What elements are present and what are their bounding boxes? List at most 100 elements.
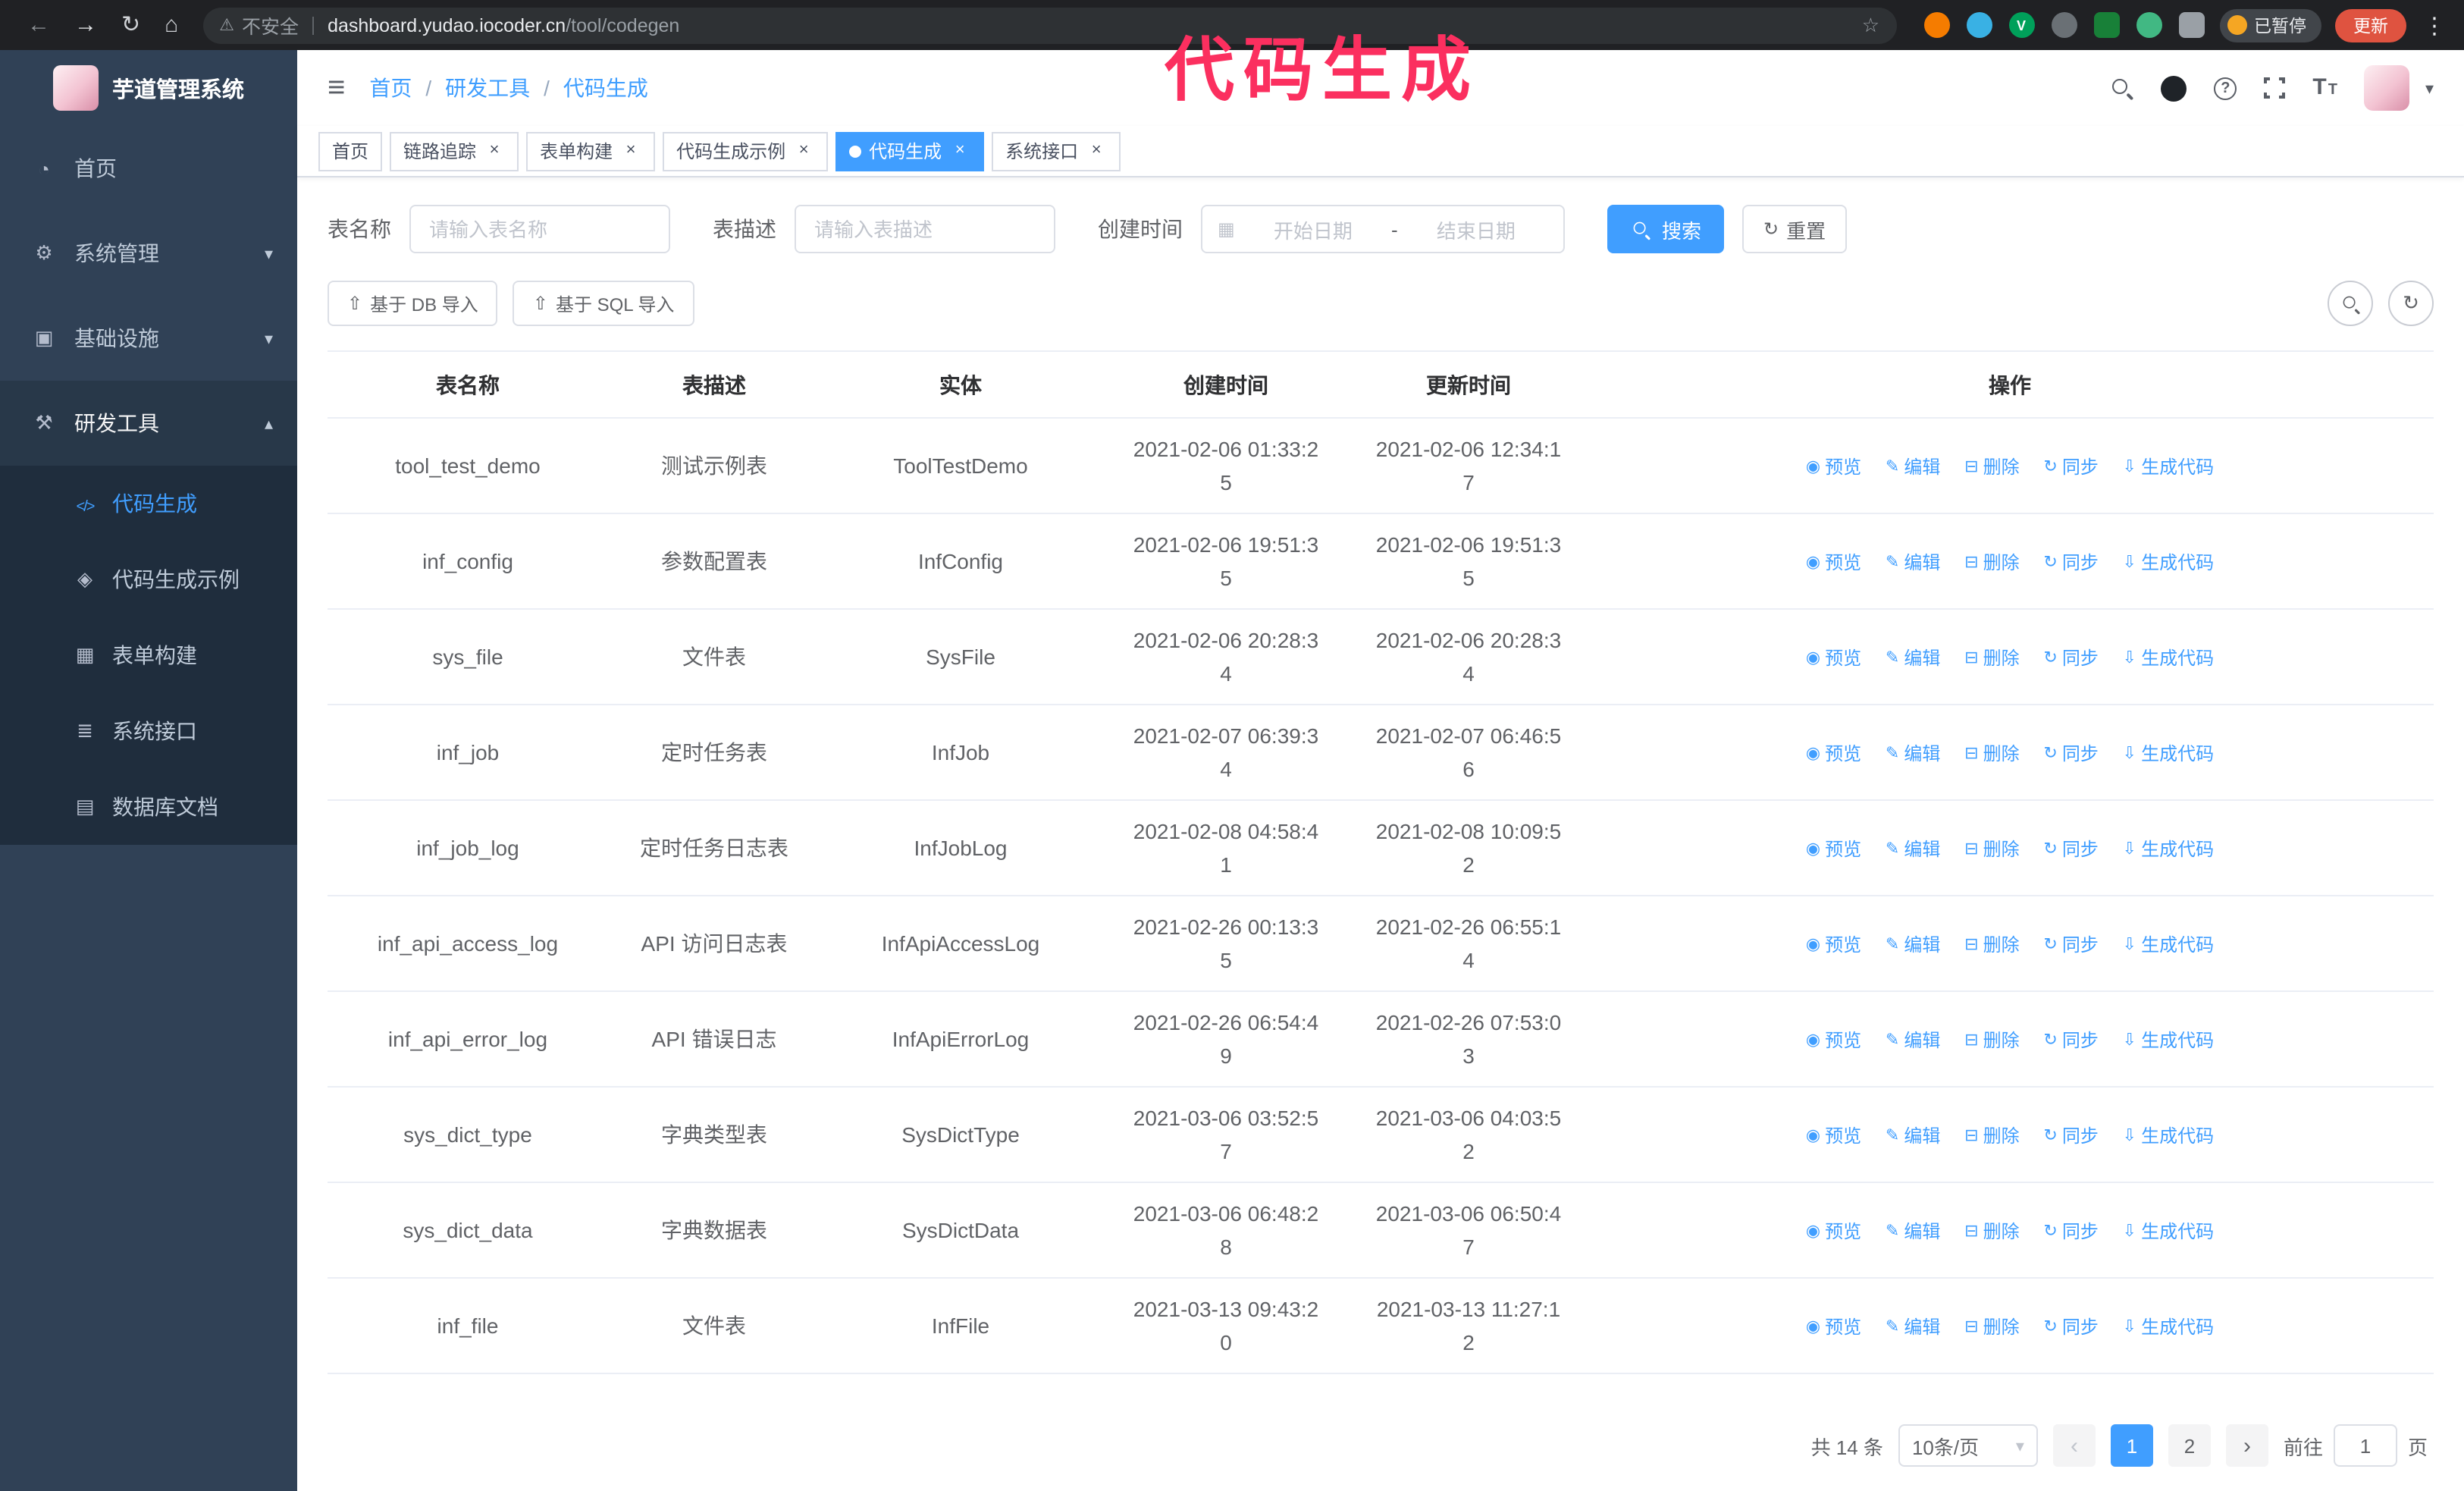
- delete-link[interactable]: 删除: [1964, 833, 2020, 866]
- update-button[interactable]: 更新: [2335, 8, 2406, 42]
- sidebar-subitem[interactable]: 数据库文档: [0, 769, 297, 845]
- close-icon[interactable]: [793, 140, 814, 162]
- preview-link[interactable]: 预览: [1806, 737, 1861, 771]
- extension-green-v-icon[interactable]: V: [2008, 12, 2034, 38]
- page-button[interactable]: 2: [2168, 1424, 2211, 1467]
- table-name-input[interactable]: [409, 205, 670, 253]
- reload-button[interactable]: [121, 14, 140, 36]
- preview-link[interactable]: 预览: [1806, 1311, 1861, 1344]
- back-button[interactable]: [27, 14, 50, 36]
- reset-button[interactable]: 重置: [1742, 205, 1848, 253]
- generate-code-link[interactable]: 生成代码: [2123, 1024, 2214, 1057]
- nav-tab[interactable]: 系统接口: [992, 131, 1121, 171]
- generate-code-link[interactable]: 生成代码: [2123, 928, 2214, 962]
- page-button[interactable]: 1: [2110, 1424, 2153, 1467]
- font-size-icon[interactable]: [2312, 76, 2337, 100]
- generate-code-link[interactable]: 生成代码: [2123, 737, 2214, 771]
- sync-link[interactable]: 同步: [2043, 1024, 2099, 1057]
- edit-link[interactable]: 编辑: [1886, 546, 1940, 579]
- user-avatar[interactable]: [2364, 65, 2410, 111]
- search-button[interactable]: 搜索: [1607, 205, 1725, 253]
- preview-link[interactable]: 预览: [1806, 642, 1861, 675]
- prev-page-button[interactable]: [2052, 1424, 2096, 1467]
- delete-link[interactable]: 删除: [1964, 450, 2020, 484]
- extension-people-icon[interactable]: [2051, 12, 2077, 38]
- extension-vue-leaf-icon[interactable]: [2136, 12, 2161, 38]
- breadcrumb-link[interactable]: 研发工具: [445, 73, 530, 103]
- help-icon[interactable]: [2214, 77, 2237, 99]
- nav-tab[interactable]: 链路追踪: [390, 131, 519, 171]
- preview-link[interactable]: 预览: [1806, 928, 1861, 962]
- github-icon[interactable]: [2161, 75, 2187, 101]
- date-range-picker[interactable]: 开始日期 - 结束日期: [1201, 205, 1565, 253]
- sync-link[interactable]: 同步: [2043, 833, 2099, 866]
- sidebar-item[interactable]: 首页: [0, 126, 297, 211]
- avatar-caret-icon[interactable]: [2425, 78, 2434, 98]
- sync-link[interactable]: 同步: [2043, 450, 2099, 484]
- table-desc-input[interactable]: [795, 205, 1055, 253]
- delete-link[interactable]: 删除: [1964, 1119, 2020, 1153]
- sync-link[interactable]: 同步: [2043, 642, 2099, 675]
- close-icon[interactable]: [949, 140, 970, 162]
- edit-link[interactable]: 编辑: [1886, 642, 1940, 675]
- generate-code-link[interactable]: 生成代码: [2123, 1311, 2214, 1344]
- extension-orange-icon[interactable]: [1923, 12, 1949, 38]
- hamburger-icon[interactable]: [328, 73, 345, 103]
- kebab-menu-icon[interactable]: [2423, 11, 2446, 39]
- sidebar-item[interactable]: 基础设施: [0, 296, 297, 381]
- sync-link[interactable]: 同步: [2043, 1215, 2099, 1248]
- refresh-button[interactable]: [2388, 281, 2434, 326]
- sidebar-logo[interactable]: 芋道管理系统: [0, 50, 297, 126]
- generate-code-link[interactable]: 生成代码: [2123, 1215, 2214, 1248]
- extension-green-card-icon[interactable]: [2093, 12, 2119, 38]
- generate-code-link[interactable]: 生成代码: [2123, 450, 2214, 484]
- edit-link[interactable]: 编辑: [1886, 1119, 1940, 1153]
- sync-link[interactable]: 同步: [2043, 928, 2099, 962]
- import-sql-button[interactable]: 基于 SQL 导入: [513, 281, 694, 326]
- sync-link[interactable]: 同步: [2043, 1119, 2099, 1153]
- sidebar-subitem[interactable]: 代码生成: [0, 466, 297, 541]
- generate-code-link[interactable]: 生成代码: [2123, 833, 2214, 866]
- edit-link[interactable]: 编辑: [1886, 1311, 1940, 1344]
- edit-link[interactable]: 编辑: [1886, 450, 1940, 484]
- page-size-select[interactable]: 10条/页: [1898, 1424, 2038, 1467]
- preview-link[interactable]: 预览: [1806, 1119, 1861, 1153]
- preview-link[interactable]: 预览: [1806, 1024, 1861, 1057]
- edit-link[interactable]: 编辑: [1886, 1024, 1940, 1057]
- preview-link[interactable]: 预览: [1806, 450, 1861, 484]
- next-page-button[interactable]: [2225, 1424, 2268, 1467]
- sidebar-item[interactable]: 系统管理: [0, 211, 297, 296]
- nav-tab[interactable]: 代码生成: [835, 131, 985, 171]
- forward-button[interactable]: [74, 14, 97, 36]
- sidebar-subitem[interactable]: 代码生成示例: [0, 541, 297, 617]
- preview-link[interactable]: 预览: [1806, 1215, 1861, 1248]
- preview-link[interactable]: 预览: [1806, 833, 1861, 866]
- breadcrumb-link[interactable]: 首页: [369, 73, 412, 103]
- generate-code-link[interactable]: 生成代码: [2123, 642, 2214, 675]
- close-icon[interactable]: [620, 140, 641, 162]
- edit-link[interactable]: 编辑: [1886, 833, 1940, 866]
- sync-link[interactable]: 同步: [2043, 1311, 2099, 1344]
- delete-link[interactable]: 删除: [1964, 928, 2020, 962]
- delete-link[interactable]: 删除: [1964, 1311, 2020, 1344]
- close-icon[interactable]: [484, 140, 505, 162]
- import-db-button[interactable]: 基于 DB 导入: [328, 281, 498, 326]
- edit-link[interactable]: 编辑: [1886, 928, 1940, 962]
- generate-code-link[interactable]: 生成代码: [2123, 1119, 2214, 1153]
- edit-link[interactable]: 编辑: [1886, 1215, 1940, 1248]
- sidebar-subitem[interactable]: 表单构建: [0, 617, 297, 693]
- bookmark-star-icon[interactable]: [1862, 13, 1879, 37]
- delete-link[interactable]: 删除: [1964, 1215, 2020, 1248]
- edit-link[interactable]: 编辑: [1886, 737, 1940, 771]
- extension-water-drop-icon[interactable]: [1966, 12, 1992, 38]
- home-button[interactable]: [165, 14, 178, 36]
- goto-page-input[interactable]: [2333, 1424, 2397, 1467]
- sidebar-item[interactable]: 研发工具: [0, 381, 297, 466]
- fullscreen-icon[interactable]: [2262, 76, 2287, 100]
- sync-link[interactable]: 同步: [2043, 737, 2099, 771]
- breadcrumb-link[interactable]: 代码生成: [563, 73, 648, 103]
- delete-link[interactable]: 删除: [1964, 1024, 2020, 1057]
- nav-tab[interactable]: 代码生成示例: [663, 131, 829, 171]
- nav-tab[interactable]: 表单构建: [526, 131, 656, 171]
- delete-link[interactable]: 删除: [1964, 737, 2020, 771]
